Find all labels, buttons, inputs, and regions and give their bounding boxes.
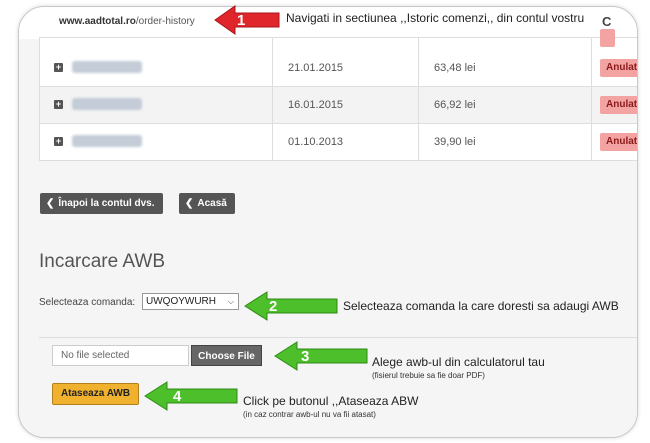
chevron-left-icon: ❮: [46, 198, 55, 209]
url-domain: www.aadtotal.ro: [59, 16, 136, 27]
green-arrow-shape: [244, 291, 338, 321]
red-arrow-shape: [214, 5, 280, 35]
status-badge: Anulat: [600, 96, 637, 114]
green-arrow-shape: [274, 341, 368, 371]
order-date: 01.10.2013: [273, 124, 419, 160]
step-number-4: 4: [173, 388, 182, 405]
url-path: /order-history: [135, 16, 195, 27]
step-number-1: 1: [237, 12, 245, 29]
annotation-3-subtext: (fisierul trebuie sa fie doar PDF): [372, 371, 485, 380]
select-order-label: Selecteaza comanda:: [39, 297, 136, 308]
awb-heading: Incarcare AWB: [39, 251, 166, 272]
orders-table: + 21.01.2015 63,48 lei Anulat + 16.01.20…: [39, 29, 637, 161]
green-arrow-shape: [144, 381, 238, 411]
order-number-blurred[interactable]: [72, 61, 142, 73]
status-badge: [600, 29, 615, 47]
reload-icon[interactable]: C: [602, 14, 611, 29]
expand-icon[interactable]: +: [54, 100, 63, 109]
annotation-2-text: Selecteaza comanda la care doresti sa ad…: [343, 299, 619, 313]
order-total: 39,90 lei: [419, 124, 592, 160]
order-number-blurred[interactable]: [72, 98, 142, 110]
step-number-3: 3: [301, 348, 309, 365]
annotation-1-text: Navigati in sectiunea ,,Istoric comenzi,…: [286, 11, 585, 25]
choose-file-button[interactable]: Choose File: [191, 345, 262, 366]
order-date: 21.01.2015: [273, 50, 419, 86]
order-date: 16.01.2015: [273, 87, 419, 123]
green-arrow-3: 3: [274, 341, 368, 371]
chevron-left-icon: ❮: [185, 198, 194, 209]
step-number-2: 2: [269, 298, 277, 315]
url-text[interactable]: www.aadtotal.ro/order-history: [59, 16, 195, 27]
annotation-4-subtext: (in caz contrar awb-ul nu va fii atasat): [243, 410, 376, 419]
order-select-value: UWQOYWURH: [146, 296, 216, 307]
table-row: + 16.01.2015 66,92 lei Anulat: [39, 87, 637, 124]
attach-awb-button[interactable]: Ataseaza AWB: [52, 383, 139, 405]
annotation-3-text: Alege awb-ul din calculatorul tau: [372, 355, 545, 369]
home-label: Acasă: [197, 198, 227, 209]
red-arrow-1: 1: [214, 5, 280, 35]
order-total: 63,48 lei: [419, 50, 592, 86]
green-arrow-2: 2: [244, 291, 338, 321]
expand-icon[interactable]: +: [54, 63, 63, 72]
green-arrow-4: 4: [144, 381, 238, 411]
table-row: + 01.10.2013 39,90 lei Anulat: [39, 124, 637, 161]
status-badge: Anulat: [600, 133, 637, 151]
back-to-account-label: Înapoi la contul dvs.: [58, 198, 155, 209]
chevron-down-icon: ⌵: [227, 297, 234, 306]
browser-window: www.aadtotal.ro/order-history C + 21.01.…: [18, 6, 638, 438]
status-badge: Anulat: [600, 59, 637, 77]
annotation-4-text: Click pe butonul ,,Ataseaza ABW: [243, 394, 419, 408]
order-total: 66,92 lei: [419, 87, 592, 123]
order-number-blurred[interactable]: [72, 135, 142, 147]
table-row: + 21.01.2015 63,48 lei Anulat: [39, 50, 637, 87]
expand-icon[interactable]: +: [54, 137, 63, 146]
order-select[interactable]: UWQOYWURH ⌵: [142, 293, 239, 310]
file-input[interactable]: No file selected: [52, 345, 189, 366]
back-to-account-button[interactable]: ❮ Înapoi la contul dvs.: [40, 193, 163, 214]
home-button[interactable]: ❮ Acasă: [179, 193, 235, 214]
